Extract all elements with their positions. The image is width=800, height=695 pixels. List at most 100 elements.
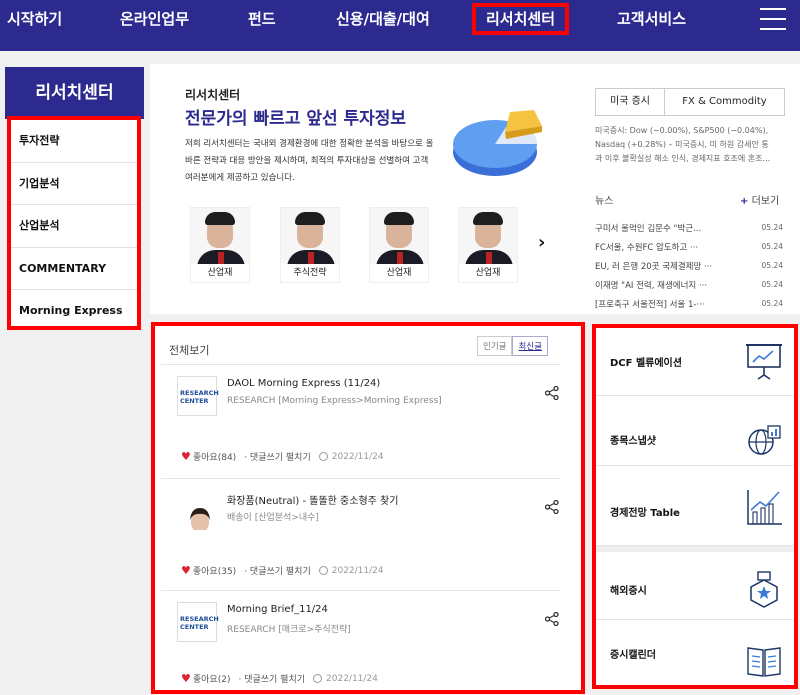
sidebar-item-company[interactable]: 기업분석 (11, 163, 137, 205)
nav-service[interactable]: 고객서비스 (617, 0, 686, 51)
pie-chart-graphic (453, 110, 542, 176)
post-footer: ♥ 좋아요(35) · 댓글쓰기 펼치기 2022/11/24 (181, 564, 384, 577)
post-title[interactable]: 화장품(Neutral) - 똘똘한 중소형주 찾기 (227, 492, 398, 507)
divider (161, 364, 561, 365)
news-date: 05.24 (761, 299, 783, 308)
nav-credit[interactable]: 신용/대출/대여 (336, 0, 430, 51)
news-item[interactable]: FC서울, 수원FC 압도하고 ··· 05.24 (595, 237, 785, 256)
globe-chart-icon (748, 425, 781, 455)
news-date: 05.24 (761, 261, 783, 270)
news-date: 05.24 (761, 223, 783, 232)
post-meta: 배송이 [산업분석>내수] (227, 513, 319, 523)
comment-toggle[interactable]: · 댓글쓰기 펼치기 (238, 672, 305, 685)
comment-toggle[interactable]: · 댓글쓰기 펼치기 (244, 450, 311, 463)
share-icon[interactable] (545, 500, 559, 514)
medal-icon (750, 571, 778, 608)
tool-label: 해외증시 (610, 586, 647, 597)
news-title: 구미서 울먹인 김문수 "박근... (595, 223, 702, 234)
tool-economic-table[interactable]: 경제전망 Table (596, 478, 794, 546)
post-date: 2022/11/24 (326, 673, 378, 684)
analyst-caption: 산업재 (191, 264, 249, 282)
clock-icon (318, 566, 328, 575)
divider (161, 478, 561, 479)
analyst-card[interactable]: 산업재 (369, 207, 429, 283)
post-title[interactable]: Morning Brief_11/24 (227, 604, 328, 615)
sidebar-title: 리서치센터 (5, 67, 144, 119)
intro-title: 전문가의 빠르고 앞선 투자정보 (185, 109, 407, 129)
plus-icon: + (740, 196, 749, 207)
sort-latest-button[interactable]: 최신글 (512, 336, 548, 356)
share-icon[interactable] (545, 612, 559, 626)
market-summary[interactable]: 미국증시: Dow (−0.00%), S&P500 (−0.04%), Nas… (595, 124, 775, 166)
news-title: [프로축구 서울전적] 서울 1-··· (595, 299, 705, 310)
divider (161, 590, 561, 591)
analyst-card[interactable]: 주식전략 (280, 207, 340, 283)
sidebar-item-industry[interactable]: 산업분석 (11, 205, 137, 248)
news-item[interactable]: 구미서 울먹인 김문수 "박근... 05.24 (595, 218, 785, 237)
heart-icon[interactable]: ♥ (181, 450, 191, 463)
intro-description: 저희 리서치센터는 국내외 경제환경에 대한 정확한 분석을 바탕으로 올바른 … (185, 139, 434, 183)
like-count[interactable]: 좋아요(84) (193, 450, 236, 463)
growth-chart-icon (747, 490, 782, 525)
post-meta: RESEARCH [매크로>주식전략] (227, 625, 351, 635)
heart-icon[interactable]: ♥ (181, 672, 191, 685)
tool-snapshot[interactable]: 종목스냅샷 (596, 398, 794, 466)
like-count[interactable]: 좋아요(35) (193, 564, 236, 577)
analyst-card[interactable]: 산업재 (458, 207, 518, 283)
sort-toggle: 인기글 최신글 (477, 336, 548, 356)
sidebar-item-strategy[interactable]: 투자전략 (11, 120, 137, 163)
news-heading: 뉴스 (595, 196, 614, 207)
sidebar-menu: 투자전략 기업분석 산업분석 COMMENTARY Morning Expres… (7, 116, 141, 330)
nav-research[interactable]: 리서치센터 (472, 3, 570, 35)
post-date: 2022/11/24 (331, 451, 384, 462)
open-book-icon (747, 647, 781, 677)
news-item[interactable]: 이재명 "AI 전력, 재생에너지 ··· 05.24 (595, 275, 785, 294)
sidebar-item-commentary[interactable]: COMMENTARY (11, 248, 137, 290)
analyst-caption: 산업재 (459, 264, 517, 282)
feed-heading: 전체보기 (169, 344, 210, 357)
tool-dcf[interactable]: DCF 벨류에이션 (596, 328, 794, 396)
tool-label: 종목스냅샷 (610, 436, 656, 447)
research-center-thumbnail: RESEARCH CENTER (177, 602, 219, 642)
post-date: 2022/11/24 (331, 565, 384, 576)
intro-panel: 리서치센터 전문가의 빠르고 앞선 투자정보 저희 리서치센터는 국내외 경제환… (150, 64, 800, 314)
share-icon[interactable] (545, 386, 559, 400)
sort-popular-button[interactable]: 인기글 (477, 336, 513, 356)
menu-icon[interactable] (760, 8, 786, 32)
sidebar-item-morning-express[interactable]: Morning Express (11, 290, 137, 333)
clock-icon (313, 674, 323, 683)
news-date: 05.24 (761, 280, 783, 289)
analyst-card[interactable]: 산업재 (190, 207, 250, 283)
post-title[interactable]: DAOL Morning Express (11/24) (227, 378, 380, 389)
news-list: 구미서 울먹인 김문수 "박근... 05.24 FC서울, 수원FC 압도하고 … (595, 218, 785, 313)
like-count[interactable]: 좋아요(2) (193, 672, 231, 685)
chevron-right-icon[interactable]: › (538, 232, 545, 253)
clock-icon (318, 452, 328, 461)
news-date: 05.24 (761, 242, 783, 251)
post-footer: ♥ 좋아요(84) · 댓글쓰기 펼치기 2022/11/24 (181, 450, 384, 463)
news-more-label: 더보기 (751, 196, 780, 207)
tool-overseas-market[interactable]: 해외증시 (596, 552, 794, 620)
nav-online[interactable]: 온라인업무 (120, 0, 189, 51)
news-item[interactable]: [프로축구 서울전적] 서울 1-··· 05.24 (595, 294, 785, 313)
nav-start[interactable]: 시작하기 (7, 0, 62, 51)
tool-label: 증시캘린더 (610, 650, 656, 661)
nav-fund[interactable]: 펀드 (248, 0, 276, 51)
feed-panel: 전체보기 인기글 최신글 RESEARCH CENTER DAOL Mornin… (151, 322, 585, 694)
research-center-thumbnail: RESEARCH CENTER (177, 376, 219, 416)
news-item[interactable]: EU, 러 은행 20곳 국제결제망 ··· 05.24 (595, 256, 785, 275)
news-title: FC서울, 수원FC 압도하고 ··· (595, 242, 699, 253)
intro-subtitle: 리서치센터 (185, 88, 241, 102)
tab-us-market[interactable]: 미국 증시 (595, 88, 665, 115)
tool-market-calendar[interactable]: 증시캘린더 (596, 620, 794, 688)
comment-toggle[interactable]: · 댓글쓰기 펼치기 (244, 564, 311, 577)
post-meta: RESEARCH [Morning Express>Morning Expres… (227, 396, 442, 406)
tool-label: 경제전망 Table (610, 508, 680, 519)
news-more-link[interactable]: + 더보기 (740, 192, 779, 207)
news-title: EU, 러 은행 20곳 국제결제망 ··· (595, 261, 713, 272)
top-nav: 시작하기 온라인업무 펀드 신용/대출/대여 리서치센터 고객서비스 (0, 0, 800, 51)
analyst-caption: 산업재 (370, 264, 428, 282)
tab-fx-commodity[interactable]: FX & Commodity (665, 88, 785, 115)
heart-icon[interactable]: ♥ (181, 564, 191, 577)
news-title: 이재명 "AI 전력, 재생에너지 ··· (595, 280, 708, 291)
